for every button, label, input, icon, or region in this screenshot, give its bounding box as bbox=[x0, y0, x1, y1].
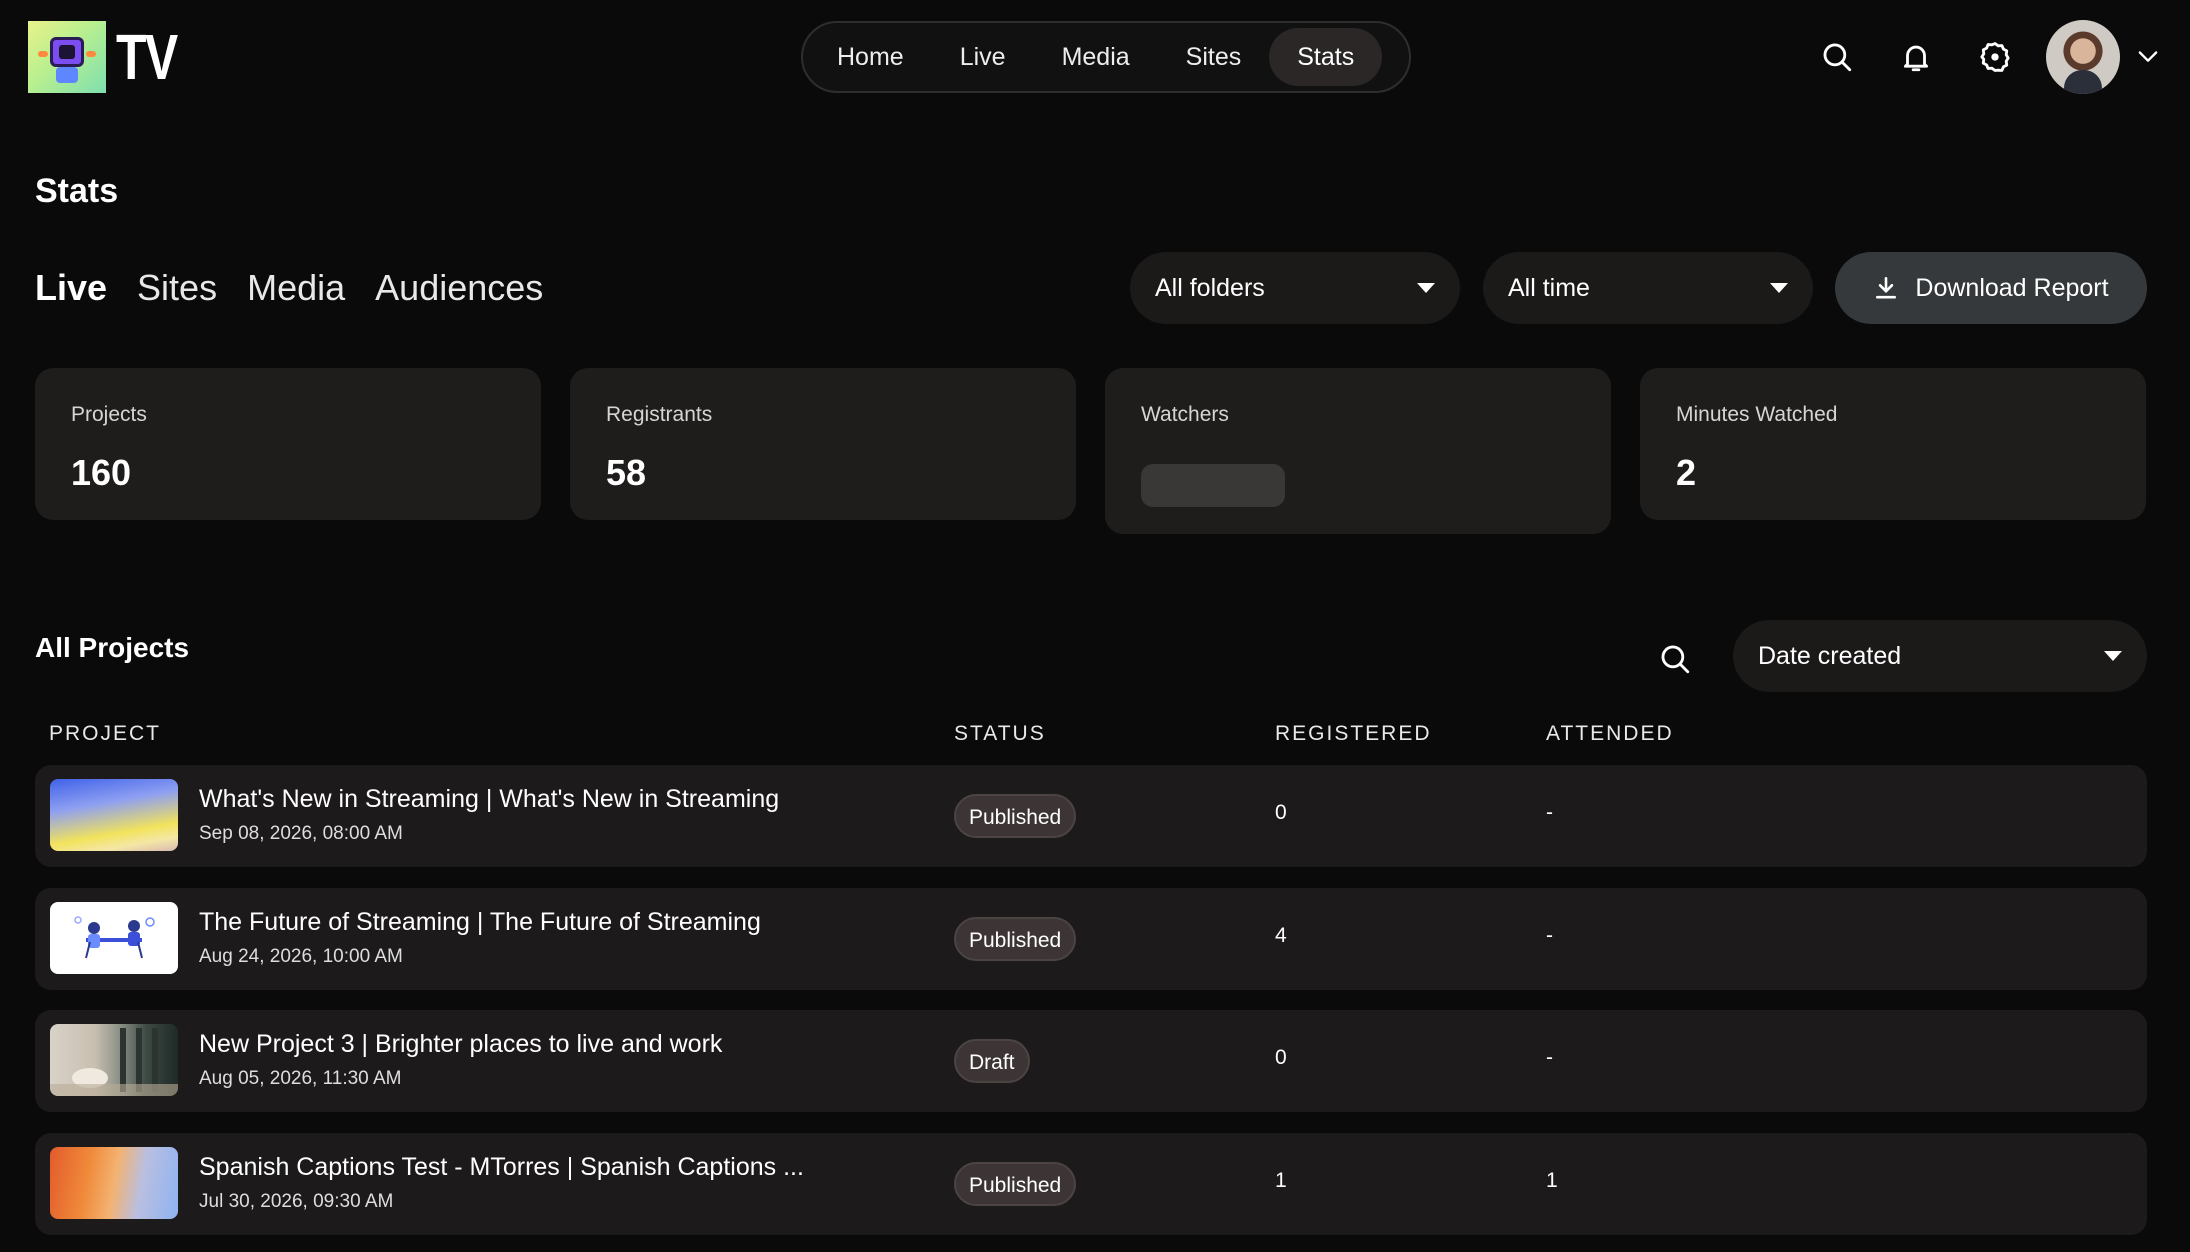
project-date: Aug 05, 2026, 11:30 AM bbox=[199, 1068, 402, 1089]
bell-icon bbox=[1903, 45, 1929, 72]
interior-illustration bbox=[50, 1028, 178, 1096]
column-header-project[interactable]: PROJECT bbox=[49, 722, 161, 746]
settings-button[interactable] bbox=[1970, 32, 2020, 82]
logo-robot-body bbox=[56, 67, 78, 83]
stats-subtabs: Live Sites Media Audiences bbox=[35, 264, 543, 312]
avatar[interactable] bbox=[2046, 20, 2120, 94]
folder-select[interactable]: All folders bbox=[1130, 252, 1460, 324]
tab-audiences[interactable]: Audiences bbox=[375, 264, 543, 312]
meeting-illustration bbox=[74, 916, 155, 959]
registered-count: 4 bbox=[1275, 924, 1287, 947]
status-badge: Draft bbox=[954, 1039, 1030, 1083]
projects-search-button[interactable] bbox=[1650, 634, 1700, 684]
folder-select-value: All folders bbox=[1155, 273, 1265, 302]
account-menu-toggle[interactable] bbox=[2134, 42, 2162, 70]
time-range-select[interactable]: All time bbox=[1483, 252, 1813, 324]
status-badge: Published bbox=[954, 917, 1077, 961]
registered-count: 0 bbox=[1275, 1046, 1287, 1069]
nav-item-home[interactable]: Home bbox=[809, 28, 932, 86]
logo-robot-arm bbox=[86, 51, 96, 57]
project-date: Jul 30, 2026, 09:30 AM bbox=[199, 1191, 394, 1212]
project-thumbnail bbox=[50, 779, 178, 851]
attended-count: - bbox=[1546, 1046, 1553, 1069]
download-report-label: Download Report bbox=[1915, 273, 2109, 302]
sort-select-value: Date created bbox=[1758, 641, 1902, 670]
chevron-down-icon bbox=[2138, 51, 2158, 62]
tab-sites[interactable]: Sites bbox=[137, 264, 217, 312]
logo-robot-screen bbox=[59, 45, 75, 59]
stat-card-minutes-watched: Minutes Watched 2 bbox=[1640, 368, 2146, 520]
stat-card-projects: Projects 160 bbox=[35, 368, 541, 520]
stat-card-label: Projects bbox=[71, 403, 147, 426]
tab-live[interactable]: Live bbox=[35, 264, 107, 312]
search-button[interactable] bbox=[1812, 32, 1862, 82]
download-icon bbox=[1876, 276, 1897, 299]
status-badge: Published bbox=[954, 1162, 1077, 1206]
stat-card-label: Registrants bbox=[606, 403, 713, 426]
notifications-button[interactable] bbox=[1891, 32, 1941, 82]
logo-robot-head bbox=[50, 37, 84, 67]
gear-icon bbox=[1980, 42, 2010, 72]
logo-robot-arm bbox=[38, 51, 48, 57]
section-title: All Projects bbox=[35, 632, 190, 663]
download-report-button[interactable]: Download Report bbox=[1835, 252, 2147, 324]
attended-count: - bbox=[1546, 924, 1553, 947]
project-thumbnail bbox=[50, 1024, 178, 1096]
table-row[interactable]: New Project 3 | Brighter places to live … bbox=[35, 1010, 2147, 1112]
project-date: Sep 08, 2026, 08:00 AM bbox=[199, 823, 403, 844]
search-icon bbox=[1823, 43, 1852, 72]
search-icon bbox=[1661, 645, 1690, 674]
project-title[interactable]: Spanish Captions Test - MTorres | Spanis… bbox=[199, 1153, 804, 1182]
table-row[interactable]: What's New in Streaming | What's New in … bbox=[35, 765, 2147, 867]
loading-placeholder bbox=[1141, 464, 1285, 507]
stat-card-label: Watchers bbox=[1141, 403, 1229, 426]
attended-count: 1 bbox=[1546, 1169, 1558, 1192]
attended-count: - bbox=[1546, 801, 1553, 824]
stat-card-label: Minutes Watched bbox=[1676, 403, 1838, 426]
logo-text[interactable]: TV bbox=[116, 22, 178, 92]
caret-down-icon bbox=[1770, 283, 1788, 293]
project-date: Aug 24, 2026, 10:00 AM bbox=[199, 946, 403, 967]
column-header-registered[interactable]: REGISTERED bbox=[1275, 722, 1432, 746]
table-row[interactable]: The Future of Streaming | The Future of … bbox=[35, 888, 2147, 990]
page-title: Stats bbox=[35, 172, 119, 210]
nav-item-live[interactable]: Live bbox=[932, 28, 1034, 86]
stat-card-value: 160 bbox=[71, 452, 132, 493]
registered-count: 1 bbox=[1275, 1169, 1287, 1192]
tab-media[interactable]: Media bbox=[247, 264, 345, 312]
nav-item-stats[interactable]: Stats bbox=[1269, 28, 1383, 86]
time-range-select-value: All time bbox=[1508, 273, 1590, 302]
main-nav: Home Live Media Sites Stats bbox=[801, 21, 1411, 93]
column-header-attended[interactable]: ATTENDED bbox=[1546, 722, 1674, 746]
caret-down-icon bbox=[1417, 283, 1435, 293]
table-row[interactable]: Spanish Captions Test - MTorres | Spanis… bbox=[35, 1133, 2147, 1235]
sort-select[interactable]: Date created bbox=[1733, 620, 2147, 692]
project-title[interactable]: New Project 3 | Brighter places to live … bbox=[199, 1030, 722, 1059]
project-thumbnail bbox=[50, 902, 178, 974]
top-bar: TV Home Live Media Sites Stats bbox=[0, 0, 2190, 115]
logo-mascot[interactable] bbox=[28, 21, 106, 93]
nav-item-sites[interactable]: Sites bbox=[1158, 28, 1270, 86]
status-badge: Published bbox=[954, 794, 1077, 838]
caret-down-icon bbox=[2104, 651, 2122, 661]
stat-card-value: 2 bbox=[1676, 452, 1697, 493]
column-header-status[interactable]: STATUS bbox=[954, 722, 1046, 746]
registered-count: 0 bbox=[1275, 801, 1287, 824]
project-title[interactable]: What's New in Streaming | What's New in … bbox=[199, 785, 779, 814]
project-thumbnail bbox=[50, 1147, 178, 1219]
stat-card-registrants: Registrants 58 bbox=[570, 368, 1076, 520]
stat-card-watchers: Watchers bbox=[1105, 368, 1611, 534]
stat-card-value: 58 bbox=[606, 452, 647, 493]
nav-item-media[interactable]: Media bbox=[1034, 28, 1158, 86]
project-title[interactable]: The Future of Streaming | The Future of … bbox=[199, 908, 761, 937]
